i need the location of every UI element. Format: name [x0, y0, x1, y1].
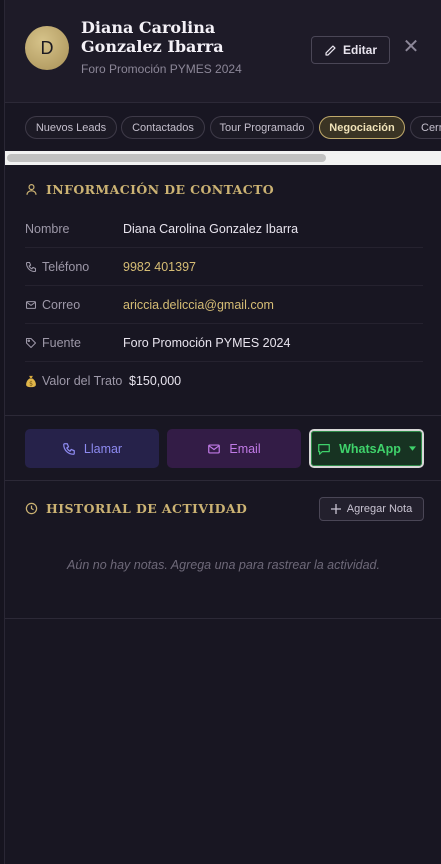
email-button[interactable]: Email [167, 429, 301, 468]
name-label: Nombre [25, 221, 70, 236]
edit-button[interactable]: Editar [311, 36, 390, 64]
whatsapp-button-label: WhatsApp [339, 441, 401, 456]
contact-name: Diana Carolina Gonzalez Ibarra [81, 18, 224, 56]
contact-info-heading: Información de Contacto [25, 182, 274, 197]
tab-negociacion[interactable]: Negociación [319, 116, 405, 139]
section-divider [5, 618, 441, 619]
call-button[interactable]: Llamar [25, 429, 159, 468]
call-button-label: Llamar [83, 441, 123, 456]
contact-row-phone: Teléfono 9982 401397 [25, 248, 423, 286]
field-label: Fuente [25, 336, 123, 350]
clock-icon [25, 502, 38, 515]
name-value: Diana Carolina Gonzalez Ibarra [123, 221, 299, 236]
pencil-icon [324, 44, 337, 57]
tab-nuevos-leads[interactable]: Nuevos Leads [25, 116, 117, 139]
contact-row-email: Correo ariccia.deliccia@gmail.com [25, 286, 423, 324]
activity-heading: Historial de Actividad [25, 501, 247, 516]
mail-icon [207, 442, 221, 456]
money-bag-icon: $ [25, 375, 37, 388]
tab-contactados[interactable]: Contactados [121, 116, 205, 139]
svg-text:$: $ [29, 380, 33, 387]
chat-bubble-icon [317, 442, 331, 456]
plus-icon [330, 504, 341, 514]
section-divider [5, 480, 441, 481]
email-link[interactable]: ariccia.deliccia@gmail.com [123, 298, 274, 312]
user-icon [25, 183, 38, 196]
tabs-scrollbar[interactable] [5, 151, 441, 165]
avatar: D [25, 26, 69, 70]
source-label: Fuente [42, 335, 81, 350]
source-value: Foro Promoción PYMES 2024 [123, 335, 291, 350]
close-icon: ✕ [402, 36, 420, 58]
email-button-label: Email [229, 441, 261, 456]
phone-label: Teléfono [42, 259, 90, 274]
caret-down-icon [408, 446, 416, 451]
field-label: Teléfono [25, 260, 123, 274]
edit-button-label: Editar [342, 43, 377, 57]
deal-value-label: Valor del Trato [42, 374, 123, 388]
mail-icon [25, 299, 37, 311]
stage-tabs: Nuevos Leads Contactados Tour Programado… [5, 104, 441, 150]
tab-cerrado[interactable]: Cerrado [410, 116, 441, 139]
phone-icon [25, 261, 37, 273]
deal-value: $150,000 [129, 374, 182, 388]
section-divider [5, 415, 441, 416]
field-label: $ Valor del Trato [25, 374, 129, 388]
tag-icon [25, 337, 37, 349]
contact-info-title: Información de Contacto [46, 182, 275, 197]
field-label: Correo [25, 298, 123, 312]
tab-tour-programado[interactable]: Tour Programado [210, 116, 314, 139]
panel-header: D Diana Carolina Gonzalez Ibarra Foro Pr… [5, 0, 441, 103]
close-button[interactable]: ✕ [401, 37, 421, 59]
field-label: Nombre [25, 222, 123, 236]
lead-detail-panel: D Diana Carolina Gonzalez Ibarra Foro Pr… [4, 0, 441, 864]
contact-row-name: Nombre Diana Carolina Gonzalez Ibarra [25, 210, 423, 248]
phone-icon [62, 442, 76, 456]
add-note-label: Agregar Nota [346, 503, 413, 515]
contact-row-source: Fuente Foro Promoción PYMES 2024 [25, 324, 423, 362]
email-label: Correo [42, 297, 81, 312]
contact-row-deal-value: $ Valor del Trato $150,000 [25, 362, 423, 400]
scrollbar-thumb[interactable] [7, 154, 326, 162]
activity-title: Historial de Actividad [46, 501, 248, 516]
phone-link[interactable]: 9982 401397 [123, 260, 196, 274]
add-note-button[interactable]: Agregar Nota [319, 497, 424, 521]
empty-activity-message: Aún no hay notas. Agrega una para rastre… [67, 558, 380, 572]
contact-source-subtitle: Foro Promoción PYMES 2024 [81, 62, 242, 76]
whatsapp-button[interactable]: WhatsApp [309, 429, 424, 468]
